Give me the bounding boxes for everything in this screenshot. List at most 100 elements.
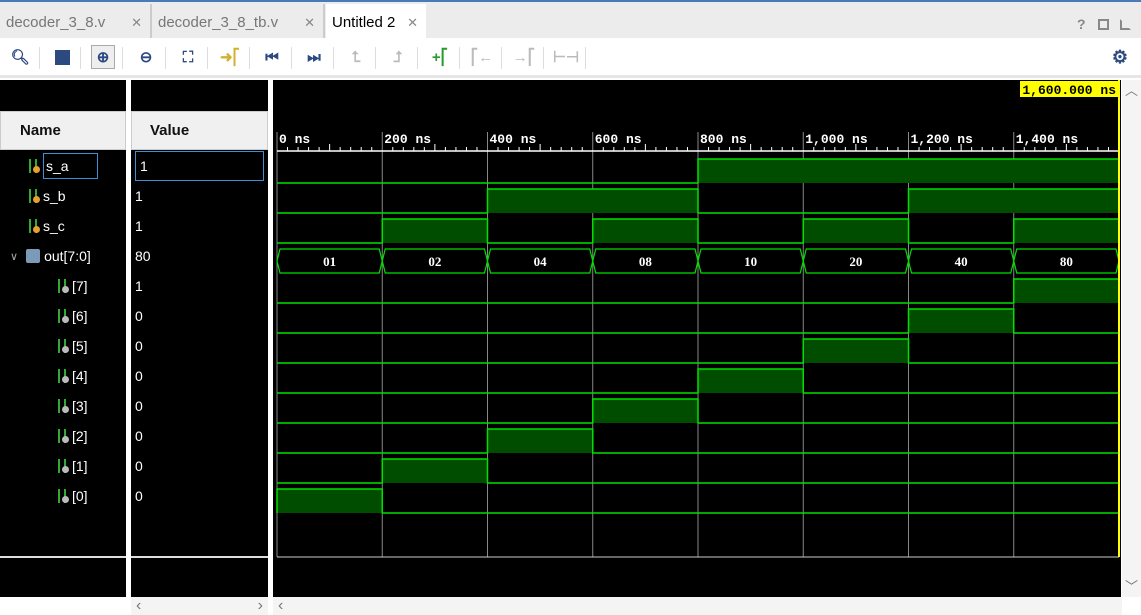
signal-name-row[interactable]: ∨ out[7:0]	[10, 241, 91, 271]
expand-chevron-icon[interactable]: ∨	[10, 250, 18, 263]
time-tick-label: 200 ns	[384, 132, 431, 147]
wave-high-region	[1013, 219, 1119, 243]
next-transition-icon[interactable]: ⮥	[386, 45, 410, 69]
wave-high-region	[592, 219, 698, 243]
signal-name-row[interactable]: s_b	[29, 181, 66, 211]
scroll-left-icon[interactable]: ‹	[136, 597, 141, 615]
bus-signal-icon	[26, 249, 41, 263]
zoom-in-icon[interactable]: ⊕	[91, 45, 115, 69]
signal-value: 1	[135, 278, 143, 294]
waveform-panel[interactable]: 0 ns 200 ns 400 ns 600 ns 800 ns 1,000 ns 1,20…	[273, 80, 1121, 597]
signal-value: 1	[135, 218, 143, 234]
signal-waveform[interactable]	[277, 398, 1119, 424]
signal-value: 80	[135, 248, 151, 264]
time-tick-label: 600 ns	[595, 132, 642, 147]
signal-name-row[interactable]: [0]	[58, 481, 88, 511]
close-icon[interactable]: ✕	[407, 15, 418, 31]
signal-value: 1	[135, 188, 143, 204]
bus-value-label: 80	[1060, 254, 1073, 269]
signal-value: 0	[135, 428, 143, 444]
value-horizontal-scrollbar[interactable]: ‹ ›	[131, 597, 268, 615]
signal-name-row[interactable]: [4]	[58, 361, 88, 391]
help-icon[interactable]: ?	[1077, 16, 1086, 32]
bus-value-label: 40	[955, 254, 968, 269]
wave-high-region	[382, 219, 488, 243]
signal-name: [7]	[72, 278, 88, 294]
bus-value-label: 20	[849, 254, 862, 269]
bus-value-label: 08	[639, 254, 653, 269]
value-column-header[interactable]: Value	[131, 111, 268, 150]
wave-high-region	[1013, 279, 1119, 303]
tab-untitled-2[interactable]: Untitled 2 ✕	[326, 4, 426, 40]
next-marker-icon[interactable]: →⎡	[512, 45, 536, 69]
go-to-cursor-icon[interactable]: ➜⎡	[218, 45, 242, 69]
signal-value: 0	[135, 308, 143, 324]
previous-transition-icon[interactable]: ⮤	[344, 45, 368, 69]
signal-name: s_c	[43, 218, 65, 234]
save-icon[interactable]	[50, 45, 74, 69]
tab-decoder-3-8-tb-v[interactable]: decoder_3_8_tb.v ✕	[152, 4, 325, 40]
tab-label: Untitled 2	[332, 13, 396, 31]
maximize-icon[interactable]	[1098, 19, 1109, 30]
signal-name: [0]	[72, 488, 88, 504]
signal-name-row[interactable]: [6]	[58, 301, 88, 331]
time-tick-label: 1,000 ns	[805, 132, 868, 147]
tab-label: decoder_3_8.v	[6, 13, 106, 31]
vertical-scrollbar[interactable]: ︿ ﹀	[1122, 80, 1141, 597]
signal-value: 0	[135, 458, 143, 474]
signal-value: 0	[135, 488, 143, 504]
name-column-header[interactable]: Name	[0, 111, 126, 150]
signal-value: 0	[135, 398, 143, 414]
wave-horizontal-scrollbar[interactable]: ‹	[273, 597, 1122, 615]
tab-decoder-3-8-v[interactable]: decoder_3_8.v ✕	[0, 4, 152, 40]
go-to-end-icon[interactable]: ⏭	[302, 45, 326, 69]
signal-name-row[interactable]: s_a	[29, 151, 98, 181]
bus-value-label: 10	[744, 254, 757, 269]
signal-value: 1	[135, 151, 264, 181]
wave-high-region	[487, 189, 698, 213]
scroll-right-icon[interactable]: ›	[258, 597, 263, 615]
time-tick-label: 1,400 ns	[1016, 132, 1079, 147]
wave-high-region	[908, 309, 1014, 333]
close-icon[interactable]: ✕	[131, 15, 142, 31]
wave-high-region	[803, 339, 909, 363]
signal-name-row[interactable]: [1]	[58, 451, 88, 481]
signal-name-row[interactable]: [3]	[58, 391, 88, 421]
add-marker-icon[interactable]: +⎡	[428, 45, 452, 69]
waveform-canvas[interactable]: 0 ns 200 ns 400 ns 600 ns 800 ns 1,000 ns 1,20…	[273, 80, 1121, 597]
signal-value: 0	[135, 338, 143, 354]
time-tick-label: 400 ns	[490, 132, 537, 147]
signal-name: [3]	[72, 398, 88, 414]
zoom-fit-icon[interactable]: ⛶	[176, 45, 200, 69]
settings-gear-icon[interactable]: ⚙	[1108, 45, 1132, 69]
signal-name-row[interactable]: [2]	[58, 421, 88, 451]
bus-value-label: 01	[323, 254, 336, 269]
input-signal-icon	[29, 219, 40, 233]
bus-value-label: 04	[534, 254, 548, 269]
wave-high-region	[908, 189, 1119, 213]
previous-marker-icon[interactable]: ⎡←	[470, 45, 494, 69]
bit-signal-icon	[58, 279, 69, 293]
signal-name-row[interactable]: [5]	[58, 331, 88, 361]
scroll-down-icon[interactable]: ﹀	[1122, 576, 1141, 595]
signal-waveform[interactable]	[277, 368, 1119, 394]
signal-name: out[7:0]	[44, 248, 91, 264]
bit-signal-icon	[58, 309, 69, 323]
scroll-left-icon[interactable]: ‹	[278, 597, 283, 615]
time-tick-label: 800 ns	[700, 132, 747, 147]
bus-value-label: 02	[428, 254, 441, 269]
signal-name: s_a	[43, 153, 98, 179]
float-icon[interactable]	[1120, 19, 1131, 30]
close-icon[interactable]: ✕	[304, 15, 315, 31]
search-icon[interactable]: 🔍︎	[8, 45, 32, 69]
zoom-out-icon[interactable]: ⊖	[134, 45, 158, 69]
signal-name-row[interactable]: [7]	[58, 271, 88, 301]
go-to-start-icon[interactable]: ⏮	[260, 45, 284, 69]
bit-signal-icon	[58, 399, 69, 413]
scroll-up-icon[interactable]: ︿	[1125, 83, 1138, 98]
tab-label: decoder_3_8_tb.v	[158, 13, 279, 31]
swap-cursors-icon[interactable]: ⊢⊣	[553, 45, 579, 69]
signal-name: [1]	[72, 458, 88, 474]
signal-name-row[interactable]: s_c	[29, 211, 65, 241]
wave-high-region	[382, 459, 488, 483]
